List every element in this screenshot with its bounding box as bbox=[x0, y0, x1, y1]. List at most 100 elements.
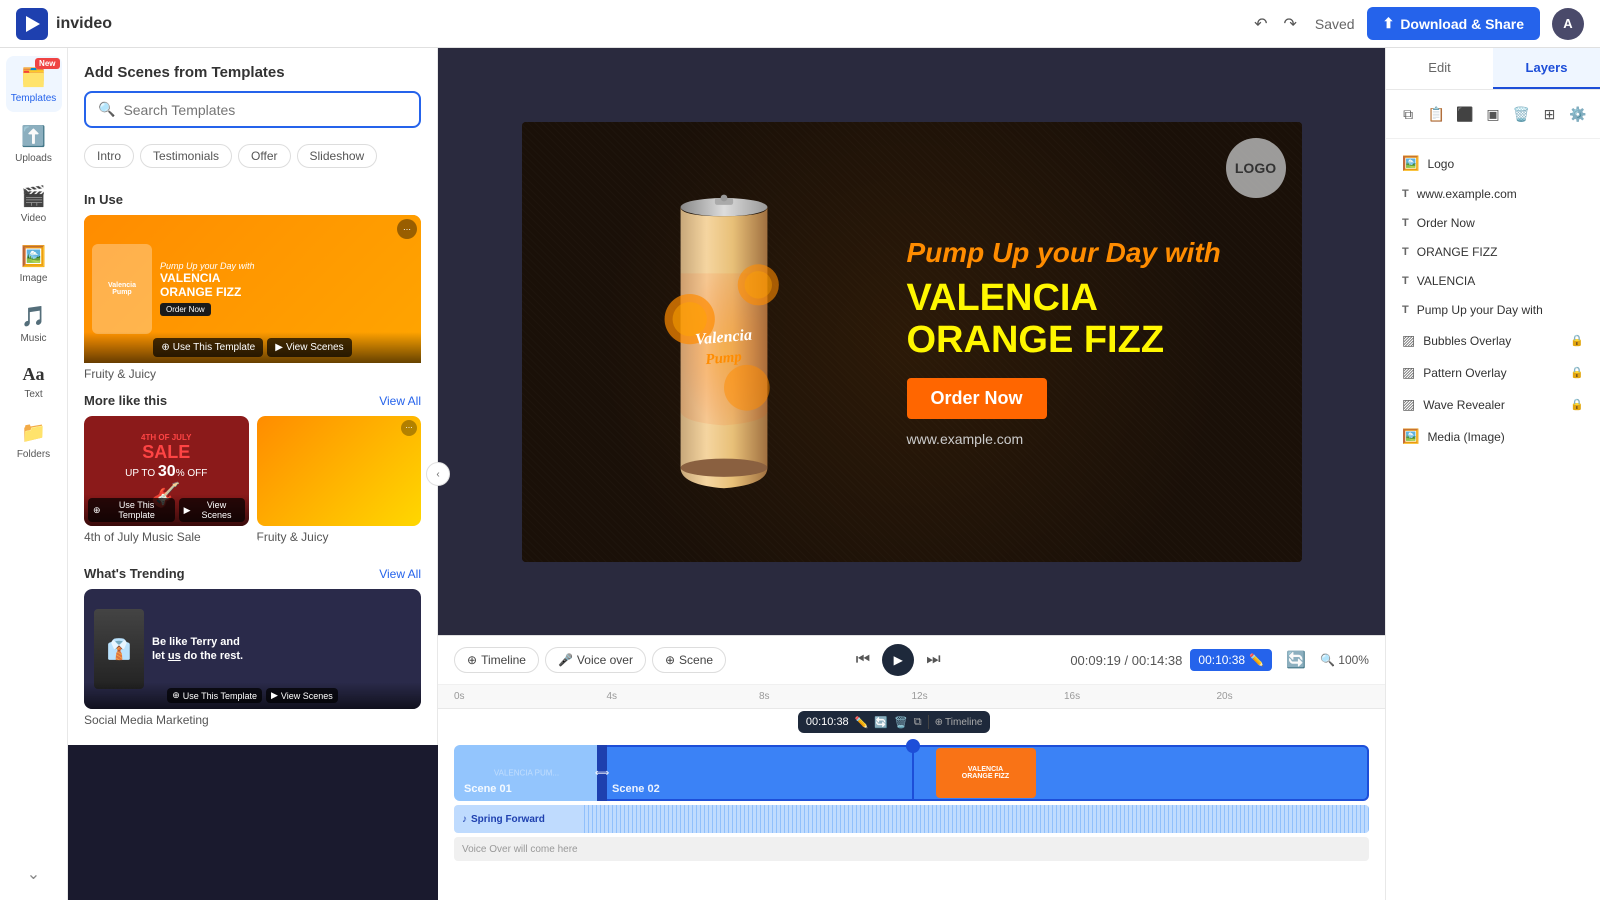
time-input-value: 00:10:38 bbox=[1198, 653, 1245, 667]
timeline-button[interactable]: ⊕ Timeline bbox=[454, 647, 539, 673]
layer-valencia[interactable]: T VALENCIA bbox=[1390, 267, 1596, 295]
trending-use-template[interactable]: ⊕ Use This Template bbox=[167, 688, 262, 703]
layer-order-name: Order Now bbox=[1417, 216, 1584, 230]
voiceover-button[interactable]: 🎤 Voice over bbox=[545, 647, 646, 673]
logo-layer-icon: 🖼️ bbox=[1402, 155, 1419, 172]
rp-paste-icon[interactable]: 📋 bbox=[1422, 100, 1450, 128]
layer-url[interactable]: T www.example.com bbox=[1390, 180, 1596, 208]
trending-overlay-buttons: ⊕ Use This Template ▶ View Scenes bbox=[84, 682, 421, 709]
filter-chip-intro[interactable]: Intro bbox=[84, 144, 134, 168]
ruler-4s: 4s bbox=[607, 691, 760, 702]
popup-refresh-icon[interactable]: 🔄 bbox=[874, 716, 888, 729]
use-template-icon: ⊕ bbox=[161, 342, 169, 353]
layer-orange-fizz[interactable]: T ORANGE FIZZ bbox=[1390, 238, 1596, 266]
trending-view-all[interactable]: View All bbox=[379, 567, 421, 581]
scene2-label: Scene 02 bbox=[612, 783, 660, 795]
popup-copy-icon[interactable]: ⧉ bbox=[914, 716, 922, 729]
sidebar-item-image[interactable]: 🖼️ Image bbox=[6, 236, 62, 292]
layer-order[interactable]: T Order Now bbox=[1390, 209, 1596, 237]
sidebar-item-folders[interactable]: 📁 Folders bbox=[6, 412, 62, 468]
layer-media[interactable]: 🖼️ Media (Image) bbox=[1390, 421, 1596, 452]
layer-wave[interactable]: ▨ Wave Revealer 🔒 bbox=[1390, 389, 1596, 420]
music-note-icon: ♪ bbox=[462, 814, 467, 825]
filter-chip-slideshow[interactable]: Slideshow bbox=[297, 144, 378, 168]
invideo-logo-icon bbox=[16, 8, 48, 40]
trending-card[interactable]: 👔 Be like Terry andlet us do the rest. ⊕… bbox=[84, 589, 421, 727]
card1-use-template[interactable]: ⊕ Use This Template bbox=[88, 498, 175, 522]
right-panel: Edit Layers ⧉ 📋 ⬛ ▣ 🗑️ ⊞ ⚙️ 🖼️ Logo T ww… bbox=[1385, 48, 1600, 900]
music-icon: 🎵 bbox=[21, 304, 46, 329]
templates-panel: Add Scenes from Templates 🔍 Intro Testim… bbox=[68, 48, 438, 745]
user-avatar[interactable]: A bbox=[1552, 8, 1584, 40]
sidebar-item-label: Video bbox=[21, 213, 46, 224]
trending-view-scenes[interactable]: ▶ View Scenes bbox=[266, 688, 338, 703]
scene-button[interactable]: ⊕ Scene bbox=[652, 647, 726, 673]
text-layer-icon-2: T bbox=[1402, 217, 1409, 229]
in-use-template-card[interactable]: ValenciaPump Pump Up your Day with VALEN… bbox=[84, 215, 421, 381]
search-input[interactable] bbox=[123, 102, 407, 118]
text-layer-icon: T bbox=[1402, 188, 1409, 200]
canvas-title-line1: VALENCIA bbox=[907, 277, 1098, 319]
sidebar-item-uploads[interactable]: ⬆️ Uploads bbox=[6, 116, 62, 172]
play-button[interactable]: ▶ bbox=[882, 644, 914, 676]
filter-chip-offer[interactable]: Offer bbox=[238, 144, 290, 168]
tab-layers[interactable]: Layers bbox=[1493, 48, 1600, 89]
rp-delete-icon[interactable]: 🗑️ bbox=[1507, 100, 1535, 128]
sidebar-item-music[interactable]: 🎵 Music bbox=[6, 296, 62, 352]
overlay-icon-2: ▨ bbox=[1402, 364, 1415, 381]
popup-delete-icon[interactable]: 🗑️ bbox=[894, 716, 908, 729]
use-template-button[interactable]: ⊕ Use This Template bbox=[153, 338, 263, 357]
timeline-toolbar: ⊕ Timeline 🎤 Voice over ⊕ Scene ⏮ ▶ bbox=[438, 636, 1385, 685]
layer-pattern[interactable]: ▨ Pattern Overlay 🔒 bbox=[1390, 357, 1596, 388]
rp-copy-icon[interactable]: ⧉ bbox=[1394, 100, 1422, 128]
scene2-block[interactable]: VALENCIAORANGE FIZZ Scene 02 bbox=[602, 745, 1369, 801]
sidebar-item-templates[interactable]: New 🗂️ Templates bbox=[6, 56, 62, 112]
refresh-button[interactable]: 🔄 bbox=[1280, 644, 1312, 676]
main-area: New 🗂️ Templates ⬆️ Uploads 🎬 Video 🖼️ I… bbox=[0, 48, 1600, 900]
canvas-title: VALENCIA ORANGE FIZZ bbox=[907, 278, 1272, 362]
topnav-left: invideo bbox=[16, 8, 112, 40]
layer-bubbles[interactable]: ▨ Bubbles Overlay 🔒 bbox=[1390, 325, 1596, 356]
layer-pump[interactable]: T Pump Up your Day with bbox=[1390, 296, 1596, 324]
popup-timeline-button[interactable]: ⊕ Timeline bbox=[935, 717, 983, 728]
sidebar-item-label: Text bbox=[24, 389, 42, 400]
time-input-display[interactable]: 00:10:38 ✏️ bbox=[1190, 649, 1272, 671]
rp-align-left-icon[interactable]: ⬛ bbox=[1451, 100, 1479, 128]
tab-edit[interactable]: Edit bbox=[1386, 48, 1493, 89]
filter-chip-testimonials[interactable]: Testimonials bbox=[140, 144, 232, 168]
canvas-wrapper: Valencia Pump Pump Up your Day with VALE… bbox=[438, 48, 1385, 635]
scene-track: VALENCIA PUM... Scene 01 ⟺ VALENCIAORANG… bbox=[454, 745, 1369, 801]
templates-panel-wrapper: Add Scenes from Templates 🔍 Intro Testim… bbox=[68, 48, 438, 900]
lock-icon-3: 🔒 bbox=[1570, 398, 1584, 411]
canvas-frame: Valencia Pump Pump Up your Day with VALE… bbox=[522, 122, 1302, 562]
download-share-button[interactable]: ⬆ Download & Share bbox=[1367, 7, 1540, 40]
playhead[interactable] bbox=[912, 745, 914, 801]
canvas-order-button[interactable]: Order Now bbox=[907, 378, 1047, 419]
skip-forward-button[interactable]: ⏭ bbox=[922, 647, 944, 673]
layer-logo[interactable]: 🖼️ Logo bbox=[1390, 148, 1596, 179]
rp-align-right-icon[interactable]: ▣ bbox=[1479, 100, 1507, 128]
popup-edit-icon[interactable]: ✏️ bbox=[855, 716, 869, 729]
rp-settings-icon[interactable]: ⚙️ bbox=[1564, 100, 1592, 128]
fruity-card-2[interactable]: ⋯ Fruity & Juicy bbox=[257, 416, 422, 544]
sidebar-item-video[interactable]: 🎬 Video bbox=[6, 176, 62, 232]
redo-button[interactable]: ↷ bbox=[1277, 8, 1302, 40]
card1-view-scenes[interactable]: ▶ View Scenes bbox=[179, 498, 245, 522]
more-view-all[interactable]: View All bbox=[379, 394, 421, 408]
ruler-0s: 0s bbox=[454, 691, 607, 702]
july-sale-card[interactable]: 4TH OF JULY SALE UP TO 30% OFF 🎸 ⊕ Use T… bbox=[84, 416, 249, 544]
rp-grid-icon[interactable]: ⊞ bbox=[1536, 100, 1564, 128]
undo-button[interactable]: ↶ bbox=[1248, 8, 1273, 40]
popup-timeline-icon: ⊕ bbox=[935, 717, 943, 728]
sidebar-item-text[interactable]: Aa Text bbox=[6, 356, 62, 408]
panel-collapse-button[interactable]: ‹ bbox=[426, 462, 450, 486]
card1-view-icon: ▶ bbox=[184, 505, 191, 516]
ruler-20s: 20s bbox=[1217, 691, 1370, 702]
scene1-block[interactable]: VALENCIA PUM... Scene 01 bbox=[454, 745, 599, 801]
more-like-this-cards: 4TH OF JULY SALE UP TO 30% OFF 🎸 ⊕ Use T… bbox=[84, 416, 421, 554]
sidebar-chevron[interactable]: ⌄ bbox=[19, 856, 48, 892]
skip-back-button[interactable]: ⏮ bbox=[852, 647, 874, 673]
playhead-head bbox=[906, 739, 920, 753]
time-separator: / bbox=[1125, 653, 1132, 668]
view-scenes-button[interactable]: ▶ View Scenes bbox=[267, 338, 351, 357]
